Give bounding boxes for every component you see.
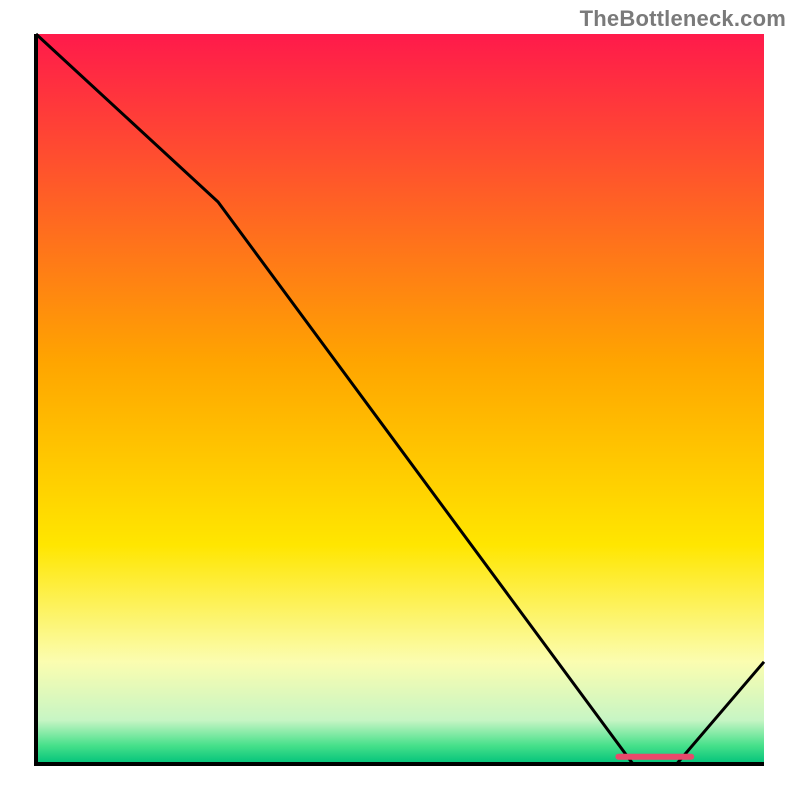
plot-background [36,34,764,764]
watermark-text: TheBottleneck.com [580,6,786,32]
chart-canvas [30,30,770,770]
